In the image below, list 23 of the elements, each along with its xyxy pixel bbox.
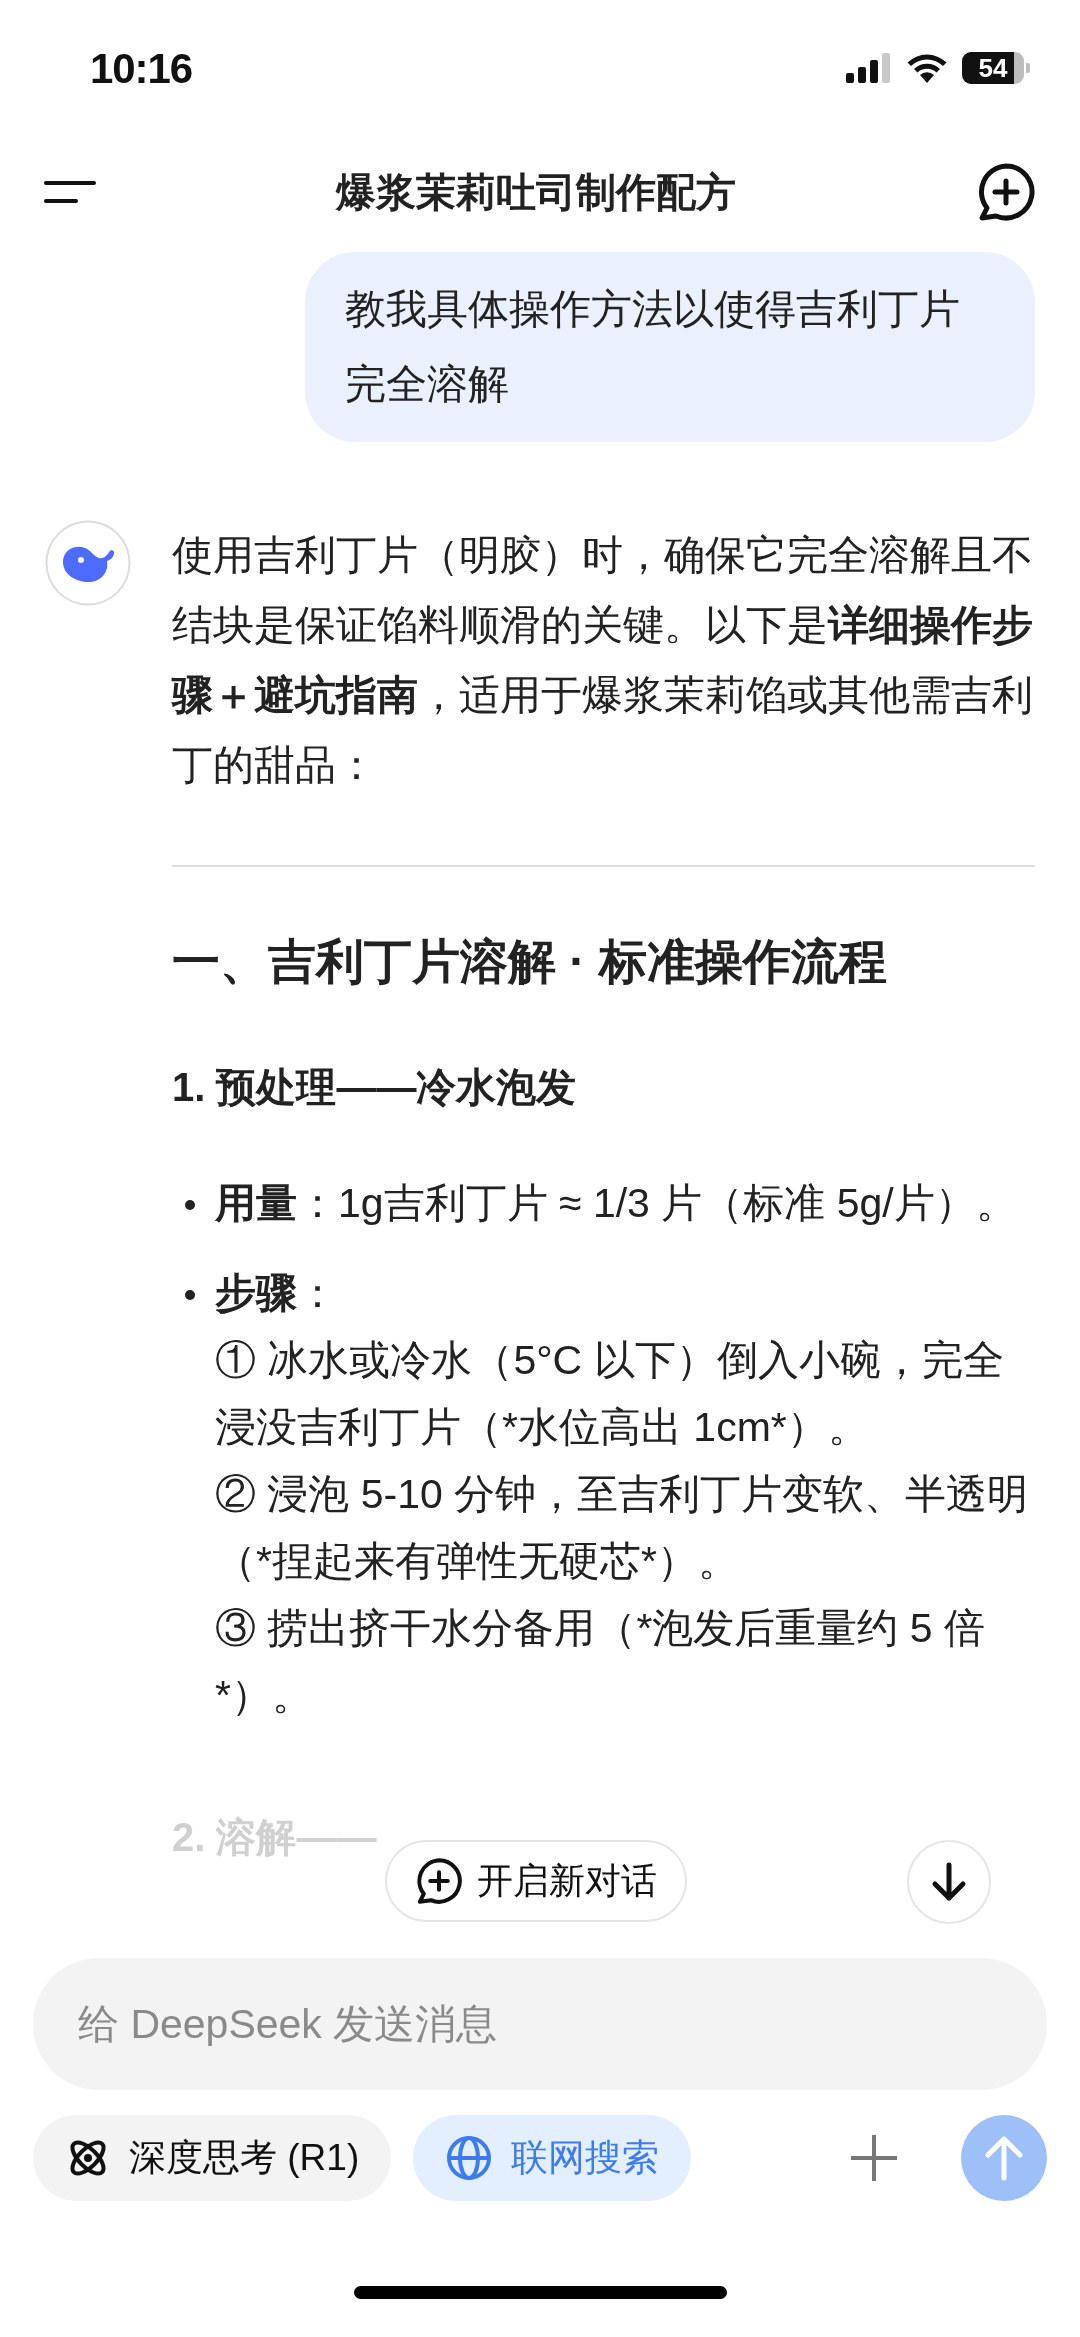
bullet-text: 用量：1g吉利丁片 ≈ 1/3 片（标准 5g/片）。 — [215, 1179, 1018, 1228]
down-arrow-icon — [931, 1862, 967, 1902]
up-arrow-icon — [984, 2135, 1024, 2181]
toggle-button[interactable]: 深度思考 (R1) — [33, 2115, 392, 2201]
bullet-text: 步骤： — [215, 1269, 339, 1318]
chat-title: 爆浆茉莉吐司制作配方 — [336, 169, 736, 216]
signal-icon — [846, 53, 892, 83]
step-text: ① 冰水或冷水（5°C 以下）倒入小碗，完全浸没吉利丁片（*水位高出 1cm*）。 — [215, 1336, 1005, 1452]
new-chat-icon[interactable] — [976, 162, 1036, 222]
message-input[interactable]: 给 DeepSeek 发送消息 — [33, 1958, 1047, 2090]
user-message: 教我具体操作方法以使得吉利丁片完全溶解 — [305, 252, 1035, 442]
plus-icon[interactable] — [849, 2133, 899, 2183]
wifi-icon — [906, 53, 948, 83]
new-chat-icon — [415, 1857, 463, 1905]
new-chat-button[interactable]: 开启新对话 — [385, 1840, 687, 1922]
step-text: ③ 捞出挤干水分备用（*泡发后重量约 5 倍*）。 — [215, 1604, 986, 1720]
reply-paragraph: 使用吉利丁片（明胶）时，确保它完全溶解且不结块是保证馅料顺滑的关键。以下是详细操作步骤＋避坑指南，适用于爆浆茉莉馅或其他需吉利丁的甜品： — [172, 531, 1034, 790]
step-text: ② 浸泡 5-10 分钟，至吉利丁片变软、半透明（*捏起来有弹性无硬芯*）。 — [215, 1470, 1030, 1586]
subsection-heading: 1. 预处理——冷水泡发 — [172, 1064, 578, 1111]
whale-avatar-icon — [45, 520, 131, 606]
section-heading: 一、吉利丁片溶解 · 标准操作流程 — [172, 934, 888, 990]
globe-icon — [445, 2134, 494, 2182]
status-time: 10:16 — [90, 43, 193, 94]
